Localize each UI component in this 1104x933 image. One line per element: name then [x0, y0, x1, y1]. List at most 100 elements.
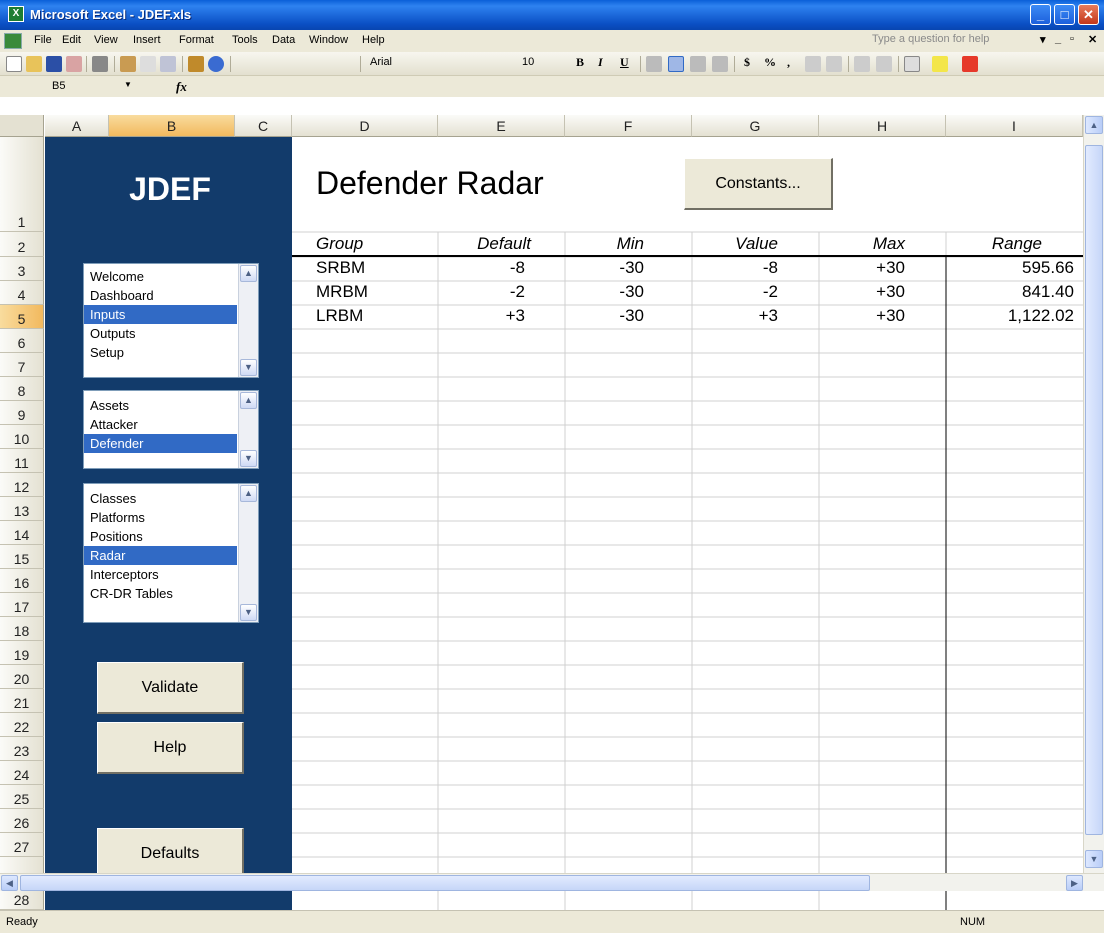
nav-item-cr-dr-tables[interactable]: CR-DR Tables: [84, 584, 237, 603]
scroll-down-icon[interactable]: ▼: [240, 359, 257, 376]
increase-decimal-icon[interactable]: [805, 56, 821, 72]
increase-indent-icon[interactable]: [876, 56, 892, 72]
cell-default[interactable]: -8: [438, 257, 525, 279]
row-header[interactable]: 11: [0, 449, 44, 473]
row-header[interactable]: 14: [0, 521, 44, 545]
scroll-right-arrow-icon[interactable]: ▶: [1066, 875, 1083, 891]
help-dropdown-icon[interactable]: ▾: [1040, 33, 1046, 46]
row-header[interactable]: 19: [0, 641, 44, 665]
currency-button[interactable]: $: [744, 55, 750, 70]
inputs-nav-list[interactable]: Assets Attacker Defender ▲ ▼: [83, 390, 259, 469]
fill-color-icon[interactable]: [932, 56, 948, 72]
inputs-nav-scrollbar[interactable]: ▲ ▼: [238, 391, 258, 468]
save-icon[interactable]: [46, 56, 62, 72]
menu-insert[interactable]: Insert: [133, 34, 161, 46]
row-header[interactable]: 5: [0, 305, 44, 329]
underline-button[interactable]: U: [620, 55, 629, 70]
help-question-input[interactable]: Type a question for help: [872, 33, 1012, 49]
row-header[interactable]: 4: [0, 281, 44, 305]
row-header[interactable]: 21: [0, 689, 44, 713]
help-icon[interactable]: [208, 56, 224, 72]
cell-value[interactable]: +3: [692, 305, 778, 327]
nav-item-dashboard[interactable]: Dashboard: [84, 286, 237, 305]
undo-icon[interactable]: [160, 56, 176, 72]
row-header[interactable]: 10: [0, 425, 44, 449]
constants-button[interactable]: Constants...: [684, 158, 833, 210]
row-header[interactable]: 12: [0, 473, 44, 497]
font-color-icon[interactable]: [962, 56, 978, 72]
workbook-icon[interactable]: [4, 33, 22, 49]
defender-nav-list[interactable]: Classes Platforms Positions Radar Interc…: [83, 483, 259, 623]
row-header[interactable]: 2: [0, 232, 44, 257]
scroll-down-icon[interactable]: ▼: [240, 450, 257, 467]
row-header[interactable]: 17: [0, 593, 44, 617]
permission-icon[interactable]: [66, 56, 82, 72]
scroll-down-arrow-icon[interactable]: ▼: [1085, 850, 1103, 868]
cell-group[interactable]: MRBM: [316, 281, 426, 303]
cell-value[interactable]: -8: [692, 257, 778, 279]
cell-group[interactable]: SRBM: [316, 257, 426, 279]
paste-dropdown-icon[interactable]: [140, 56, 156, 72]
nav-item-defender[interactable]: Defender: [84, 434, 237, 453]
cell-max[interactable]: +30: [819, 257, 905, 279]
scroll-down-icon[interactable]: ▼: [240, 604, 257, 621]
decrease-indent-icon[interactable]: [854, 56, 870, 72]
row-header[interactable]: 25: [0, 785, 44, 809]
column-header-c[interactable]: C: [235, 115, 292, 137]
column-header-d[interactable]: D: [292, 115, 438, 137]
main-nav-scrollbar[interactable]: ▲ ▼: [238, 264, 258, 377]
vertical-scroll-thumb[interactable]: [1085, 145, 1103, 835]
nav-item-positions[interactable]: Positions: [84, 527, 237, 546]
align-left-icon[interactable]: [646, 56, 662, 72]
column-header-g[interactable]: G: [692, 115, 819, 137]
menu-view[interactable]: View: [94, 34, 118, 46]
cell-min[interactable]: -30: [565, 281, 644, 303]
open-icon[interactable]: [26, 56, 42, 72]
name-box[interactable]: B5: [52, 80, 132, 95]
help-button[interactable]: Help: [97, 722, 244, 774]
column-header-a[interactable]: A: [45, 115, 109, 137]
row-header[interactable]: 27: [0, 833, 44, 857]
column-header-b[interactable]: B: [109, 115, 235, 137]
font-name-select[interactable]: Arial: [370, 56, 520, 72]
row-header[interactable]: 7: [0, 353, 44, 377]
print-icon[interactable]: [92, 56, 108, 72]
nav-item-interceptors[interactable]: Interceptors: [84, 565, 237, 584]
column-header-f[interactable]: F: [565, 115, 692, 137]
nav-item-attacker[interactable]: Attacker: [84, 415, 237, 434]
row-header[interactable]: 1: [0, 137, 44, 232]
worksheet[interactable]: A B C D E F G H I 1 2 3 4 5 6 7 8 9 10 11 12 13 14 15 1…: [0, 97, 1104, 910]
scroll-up-icon[interactable]: ▲: [240, 392, 257, 409]
defender-nav-scrollbar[interactable]: ▲ ▼: [238, 484, 258, 622]
cell-range[interactable]: 1,122.02: [946, 305, 1074, 327]
cell-max[interactable]: +30: [819, 305, 905, 327]
vertical-scrollbar[interactable]: ▲ ▼: [1083, 115, 1104, 873]
name-box-dropdown-icon[interactable]: ▼: [124, 80, 132, 89]
nav-item-outputs[interactable]: Outputs: [84, 324, 237, 343]
row-header[interactable]: 9: [0, 401, 44, 425]
cell-range[interactable]: 595.66: [946, 257, 1074, 279]
row-header[interactable]: 6: [0, 329, 44, 353]
row-header[interactable]: 13: [0, 497, 44, 521]
bold-button[interactable]: B: [576, 55, 584, 70]
paste-icon[interactable]: [120, 56, 136, 72]
chart-wizard-icon[interactable]: [188, 56, 204, 72]
menu-help[interactable]: Help: [362, 34, 385, 46]
menu-format[interactable]: Format: [179, 34, 214, 46]
row-header[interactable]: 18: [0, 617, 44, 641]
row-header[interactable]: 26: [0, 809, 44, 833]
doc-restore-icon[interactable]: ▫: [1070, 33, 1074, 45]
menu-tools[interactable]: Tools: [232, 34, 258, 46]
scroll-up-icon[interactable]: ▲: [240, 485, 257, 502]
column-header-e[interactable]: E: [438, 115, 565, 137]
decrease-decimal-icon[interactable]: [826, 56, 842, 72]
cell-range[interactable]: 841.40: [946, 281, 1074, 303]
nav-item-assets[interactable]: Assets: [84, 396, 237, 415]
row-header[interactable]: 22: [0, 713, 44, 737]
row-header[interactable]: 3: [0, 257, 44, 281]
cell-default[interactable]: +3: [438, 305, 525, 327]
percent-button[interactable]: %: [764, 55, 776, 70]
doc-close-icon[interactable]: ✕: [1088, 33, 1097, 46]
menu-edit[interactable]: Edit: [62, 34, 81, 46]
row-header[interactable]: 24: [0, 761, 44, 785]
